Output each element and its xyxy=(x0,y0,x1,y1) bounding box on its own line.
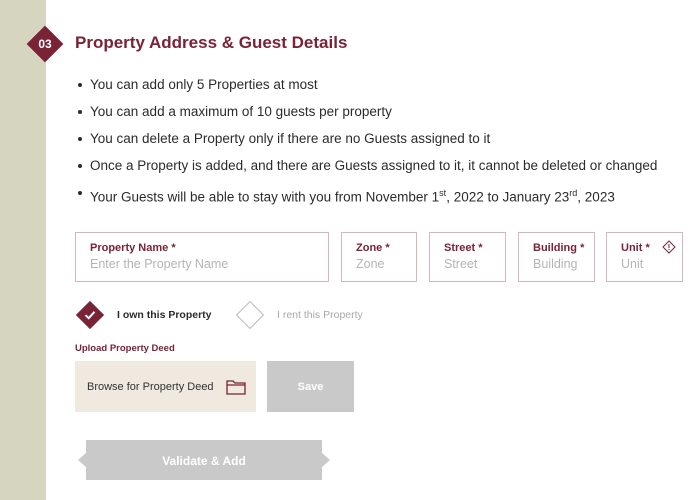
building-input[interactable] xyxy=(533,257,588,271)
rule-text: You can add only 5 Properties at most xyxy=(90,77,318,92)
street-input[interactable] xyxy=(444,257,499,271)
step-number: 03 xyxy=(38,37,52,51)
rule-text: You can add a maximum of 10 guests per p… xyxy=(90,104,392,119)
building-label: Building * xyxy=(533,242,585,254)
zone-label: Zone * xyxy=(356,242,390,254)
rent-property-label: I rent this Property xyxy=(277,309,363,321)
rule-item: You can add only 5 Properties at most xyxy=(77,75,657,102)
validate-add-button-wrap[interactable]: Validate & Add xyxy=(76,440,332,480)
own-property-radio[interactable]: I own this Property xyxy=(75,300,212,330)
radio-mark-unselected xyxy=(235,300,265,330)
street-label: Street * xyxy=(444,242,483,254)
validate-add-button[interactable]: Validate & Add xyxy=(76,440,332,480)
checkmark-icon xyxy=(84,311,96,320)
zone-input[interactable] xyxy=(356,257,410,271)
upload-deed-label: Upload Property Deed xyxy=(75,343,175,354)
rule-item: You can add a maximum of 10 guests per p… xyxy=(77,102,657,129)
rule-item: You can delete a Property only if there … xyxy=(77,129,657,156)
radio-mark-selected xyxy=(75,300,105,330)
zone-field[interactable]: Zone * xyxy=(341,232,417,282)
info-icon[interactable] xyxy=(662,240,676,254)
property-name-input[interactable] xyxy=(90,257,305,271)
unit-input[interactable] xyxy=(621,257,676,271)
browse-deed-button[interactable]: Browse for Property Deed xyxy=(75,361,256,412)
street-field[interactable]: Street * xyxy=(429,232,506,282)
rent-property-radio[interactable]: I rent this Property xyxy=(235,300,363,330)
rule-text-start: Your Guests will be able to stay with yo… xyxy=(90,189,440,205)
folder-icon xyxy=(226,379,246,395)
save-button[interactable]: Save xyxy=(267,361,354,412)
building-field[interactable]: Building * xyxy=(518,232,595,282)
own-property-label: I own this Property xyxy=(117,309,212,321)
browse-deed-label: Browse for Property Deed xyxy=(87,380,214,393)
rule-text-end: , 2023 xyxy=(577,189,615,205)
rule-text: Once a Property is added, and there are … xyxy=(90,158,658,173)
side-strip xyxy=(0,0,46,500)
unit-field[interactable]: Unit * xyxy=(606,232,683,282)
step-number-badge: 03 xyxy=(26,25,64,63)
section-title: Property Address & Guest Details xyxy=(75,33,348,52)
rule-item: Your Guests will be able to stay with yo… xyxy=(77,183,657,210)
rules-list: You can add only 5 Properties at most Yo… xyxy=(75,75,657,210)
rule-text-middle: , 2022 to January 23 xyxy=(446,189,570,205)
rule-text: You can delete a Property only if there … xyxy=(90,131,491,146)
property-name-label: Property Name * xyxy=(90,242,176,254)
rule-item: Once a Property is added, and there are … xyxy=(77,156,658,183)
property-name-field[interactable]: Property Name * xyxy=(75,232,329,282)
